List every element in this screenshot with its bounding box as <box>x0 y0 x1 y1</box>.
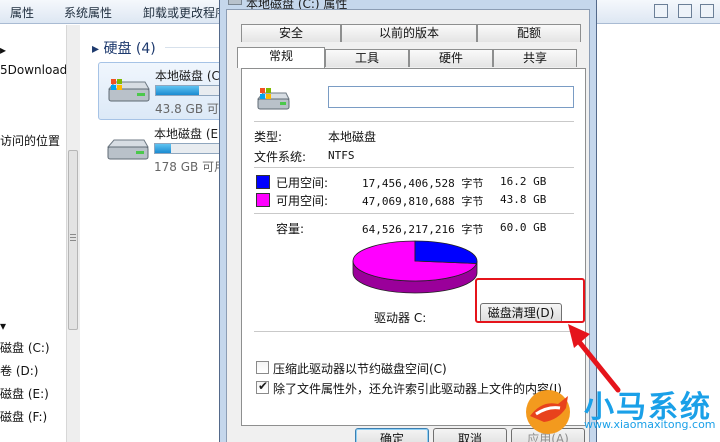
free-space-bytes: 47,069,810,688 字节 <box>362 195 484 208</box>
tab-general[interactable]: 常规 <box>237 47 325 68</box>
used-space-gb: 16.2 GB <box>500 175 547 188</box>
filesystem-label: 文件系统: <box>254 150 307 164</box>
nav-item-pin[interactable]: ▸ <box>0 43 6 57</box>
tab-quota[interactable]: 配额 <box>477 24 581 42</box>
capacity-bytes: 64,526,217,216 字节 <box>362 223 484 236</box>
watermark-url: www.xiaomaxitong.com <box>584 418 716 431</box>
pie-used-slice <box>414 240 478 264</box>
drive-usage-fill <box>156 86 199 95</box>
capacity-label: 容量: <box>276 222 305 236</box>
used-space-bytes: 17,456,406,528 字节 <box>362 177 484 190</box>
drive-letter-label: 驱动器 C: <box>374 311 427 325</box>
capacity-gb: 60.0 GB <box>500 221 547 234</box>
explorer-toolbar-right <box>598 0 720 24</box>
drive-icon <box>256 88 290 110</box>
nav-item-recent-places[interactable]: 访问的位置 <box>0 132 60 149</box>
tab-security[interactable]: 安全 <box>241 24 341 42</box>
compress-label: 压缩此驱动器以节约磁盘空间(C) <box>273 362 447 376</box>
horse-logo-icon <box>526 390 570 434</box>
nav-item-drive-c[interactable]: 磁盘 (C:) <box>0 339 50 356</box>
general-tab-panel: 类型: 本地磁盘 文件系统: NTFS 已用空间: 17,456,406,528… <box>241 68 586 426</box>
dialog-title-icon <box>228 0 242 5</box>
drive-name-input[interactable] <box>328 86 574 108</box>
disk-usage-pie-chart <box>352 240 478 294</box>
drive-tile-c[interactable]: 本地磁盘 (C 43.8 GB 可 <box>98 62 315 120</box>
nav-item-downloads[interactable]: 5Downloads <box>0 63 74 77</box>
filesystem-value: NTFS <box>328 149 355 162</box>
free-space-label: 可用空间: <box>276 194 329 208</box>
compress-checkbox[interactable] <box>256 361 269 374</box>
ok-button[interactable]: 确定 <box>355 428 429 442</box>
separator <box>254 331 574 332</box>
separator <box>254 213 574 214</box>
hard-drive-icon <box>106 139 149 160</box>
toolbar-uninstall[interactable]: 卸载或更改程序 <box>143 4 227 21</box>
check-mark-icon: ✔ <box>258 379 269 393</box>
drive-name: 本地磁盘 (C <box>155 69 220 83</box>
navigation-pane: ▸ 5Downloads 访问的位置 ▾ 磁盘 (C:) 卷 (D:) 磁盘 (… <box>0 25 74 442</box>
nav-item-expander[interactable]: ▾ <box>0 319 6 333</box>
group-header-label: 硬盘 (4) <box>103 41 156 57</box>
index-checkbox[interactable]: ✔ <box>256 379 269 394</box>
tab-tools[interactable]: 工具 <box>325 49 409 67</box>
type-label: 类型: <box>254 130 283 144</box>
tab-sharing[interactable]: 共享 <box>493 49 577 67</box>
nav-item-drive-e[interactable]: 磁盘 (E:) <box>0 385 49 402</box>
group-divider <box>165 47 225 48</box>
scroll-grip-icon <box>70 234 76 242</box>
annotation-highlight-box <box>475 278 585 323</box>
separator <box>254 121 574 122</box>
watermark: 小马系统 www.xiaomaxitong.com <box>514 378 720 442</box>
nav-item-drive-d[interactable]: 卷 (D:) <box>0 362 38 379</box>
used-space-swatch <box>256 175 270 189</box>
free-space-gb: 43.8 GB <box>500 193 547 206</box>
drive-free-space: 178 GB 可用 <box>154 160 227 174</box>
toolbar-properties[interactable]: 属性 <box>10 4 34 21</box>
toolbar-system-properties[interactable]: 系统属性 <box>64 4 112 21</box>
view-options-icon[interactable] <box>654 4 668 18</box>
nav-item-drive-f[interactable]: 磁盘 (F:) <box>0 408 47 425</box>
preview-pane-icon[interactable] <box>678 4 692 18</box>
tab-previous-versions[interactable]: 以前的版本 <box>341 24 477 42</box>
used-space-label: 已用空间: <box>276 176 329 190</box>
tab-hardware[interactable]: 硬件 <box>409 49 493 67</box>
hard-drive-icon <box>107 79 150 102</box>
cancel-button[interactable]: 取消 <box>433 428 507 442</box>
free-space-swatch <box>256 193 270 207</box>
drive-tile-e[interactable]: 本地磁盘 (E 178 GB 可用 <box>98 121 314 179</box>
group-header-hard-disks[interactable]: ▸ 硬盘 (4) <box>92 38 156 58</box>
drive-name: 本地磁盘 (E <box>154 127 219 141</box>
type-value: 本地磁盘 <box>328 130 377 144</box>
drive-usage-fill <box>155 144 171 153</box>
help-icon[interactable] <box>700 4 714 18</box>
separator <box>254 167 574 168</box>
drive-free-space: 43.8 GB 可 <box>155 102 219 116</box>
properties-dialog: 本地磁盘 (C:) 属性 安全 以前的版本 配额 常规 工具 硬件 共享 类型:… <box>219 0 597 442</box>
